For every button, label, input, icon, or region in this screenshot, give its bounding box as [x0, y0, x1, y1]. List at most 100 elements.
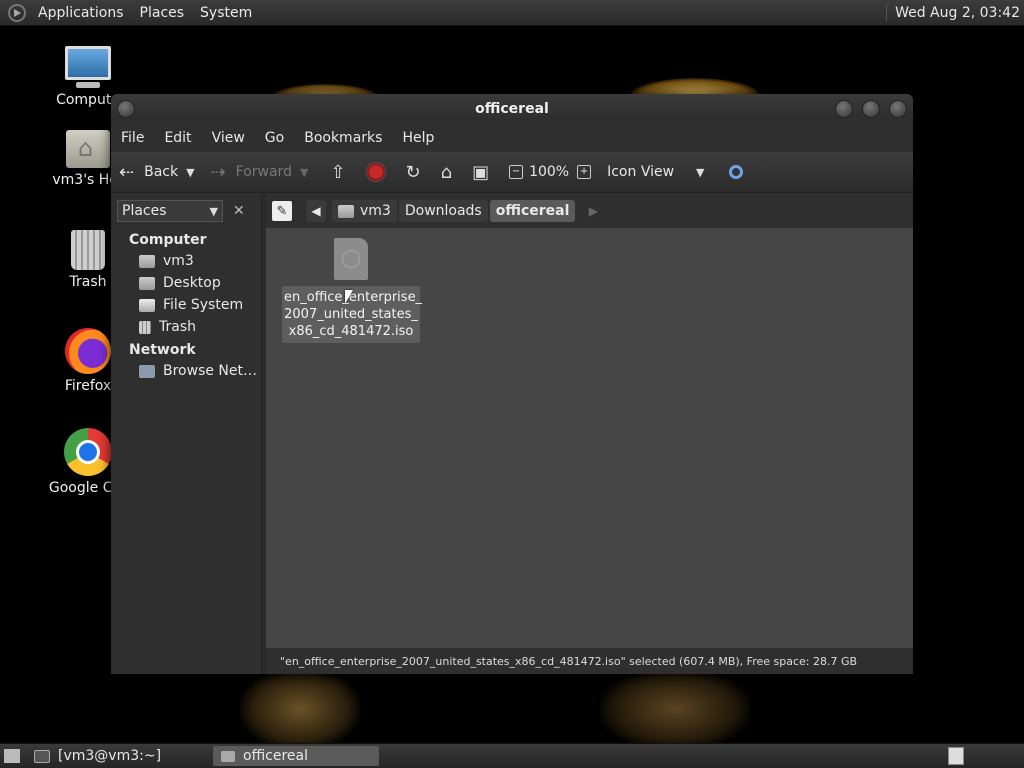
path-bar: ✎ ◀ vm3 Downloads officereal ▶: [266, 194, 913, 228]
file-view[interactable]: en_office_enterprise_ 2007_united_states…: [266, 228, 913, 648]
computer-icon: [65, 46, 111, 88]
view-mode-select[interactable]: Icon View ▼: [607, 164, 704, 180]
back-button[interactable]: ⇠ Back ▼: [119, 162, 195, 183]
file-name-line: 2007_united_states_: [284, 307, 418, 322]
sidebar-group-network: Network: [129, 342, 196, 358]
sidebar-item-file-system[interactable]: File System: [111, 294, 261, 316]
forward-arrow-icon: ⇢: [210, 161, 226, 183]
zoom-out-icon[interactable]: −: [509, 165, 524, 179]
sidebar-item-label: vm3: [163, 253, 194, 269]
show-desktop-icon[interactable]: [4, 749, 20, 763]
taskbar-item-file-manager[interactable]: officereal: [213, 746, 380, 766]
sidebar-group-computer: Computer: [129, 232, 207, 248]
zoom-controls: − 100% +: [509, 164, 597, 180]
breadcrumb-vm3[interactable]: vm3: [332, 200, 397, 222]
background-decoration: [600, 668, 750, 750]
places-menu[interactable]: Places: [132, 5, 193, 21]
sidebar-item-label: Trash: [159, 319, 196, 335]
content-area: Places ▼ ✕ Computer vm3 Desktop File Sys…: [111, 194, 913, 674]
top-panel: Applications Places System Wed Aug 2, 03…: [0, 0, 1024, 26]
home-folder-icon: [139, 254, 155, 268]
zoom-level: 100%: [529, 164, 570, 180]
menu-bookmarks[interactable]: Bookmarks: [294, 130, 392, 146]
taskbar-item-label: [vm3@vm3:~]: [58, 748, 162, 764]
view-mode-label: Icon View: [607, 164, 675, 180]
home-button[interactable]: ⌂: [441, 162, 462, 183]
computer-icon: ▣: [472, 161, 490, 183]
sidebar-item-label: File System: [163, 297, 244, 313]
breadcrumb-officereal[interactable]: officereal: [489, 200, 576, 222]
main-pane: ✎ ◀ vm3 Downloads officereal ▶ en_office…: [262, 194, 913, 674]
close-icon[interactable]: ✕: [233, 203, 245, 219]
window-menu-icon[interactable]: [117, 100, 135, 118]
desktop-folder-icon: [139, 276, 155, 290]
terminal-icon: [34, 749, 50, 763]
edit-location-icon[interactable]: ✎: [272, 201, 292, 221]
sidebar-item-trash[interactable]: Trash: [111, 316, 261, 338]
stop-button[interactable]: [365, 162, 386, 182]
sidebar-item-vm3[interactable]: vm3: [111, 250, 261, 272]
reload-button[interactable]: ↻: [406, 162, 431, 183]
menu-help[interactable]: Help: [392, 130, 444, 146]
trash-icon: [139, 320, 151, 334]
distro-logo-icon[interactable]: [8, 3, 26, 22]
back-arrow-icon: ⇠: [119, 161, 135, 183]
taskbar-item-terminal[interactable]: [vm3@vm3:~]: [26, 746, 169, 766]
sidebar: Places ▼ ✕ Computer vm3 Desktop File Sys…: [111, 194, 262, 674]
toolbar: ⇠ Back ▼ ⇢ Forward ▼ ⇧ ↻ ⌂ ▣ − 100% + Ic…: [111, 152, 913, 193]
bottom-panel: [vm3@vm3:~] officereal: [0, 743, 1024, 768]
forward-history-dropdown-icon[interactable]: ▼: [300, 166, 308, 179]
path-scroll-right-icon[interactable]: ▶: [583, 200, 603, 222]
reload-icon: ↻: [405, 161, 421, 183]
forward-label: Forward: [235, 164, 292, 180]
clock[interactable]: Wed Aug 2, 03:42: [886, 4, 1024, 21]
file-manager-window: officereal File Edit View Go Bookmarks H…: [111, 94, 913, 674]
window-title: officereal: [475, 101, 549, 117]
menu-go[interactable]: Go: [255, 130, 294, 146]
window-titlebar[interactable]: officereal: [111, 94, 913, 124]
chrome-icon: [64, 428, 112, 476]
sidebar-header: Places ▼ ✕: [111, 194, 261, 228]
sidebar-mode-label: Places: [122, 203, 167, 219]
folder-icon: [221, 750, 236, 762]
taskbar-item-label: officereal: [243, 748, 308, 764]
up-button[interactable]: ⇧: [330, 162, 355, 183]
search-icon: [728, 165, 743, 179]
trash-icon: [71, 230, 105, 270]
menu-view[interactable]: View: [202, 130, 255, 146]
forward-button[interactable]: ⇢ Forward ▼: [211, 162, 309, 183]
menu-edit[interactable]: Edit: [154, 130, 201, 146]
zoom-in-icon[interactable]: +: [577, 165, 592, 179]
back-label: Back: [144, 164, 179, 180]
network-icon: [139, 364, 155, 378]
system-menu[interactable]: System: [192, 5, 260, 21]
sidebar-mode-select[interactable]: Places ▼: [117, 200, 223, 222]
minimize-button[interactable]: [835, 100, 853, 118]
home-folder-icon: [66, 130, 110, 168]
status-bar: "en_office_enterprise_2007_united_states…: [266, 648, 913, 674]
disc-image-file-icon: [334, 238, 368, 280]
home-icon: ⌂: [440, 161, 453, 183]
applications-menu[interactable]: Applications: [30, 5, 132, 21]
chevron-down-icon: ▼: [209, 204, 218, 218]
stop-icon: [365, 162, 386, 182]
sidebar-item-label: Desktop: [163, 275, 221, 291]
path-scroll-left-icon[interactable]: ◀: [306, 200, 326, 222]
menu-file[interactable]: File: [111, 130, 154, 146]
close-button[interactable]: [889, 100, 907, 118]
maximize-button[interactable]: [862, 100, 880, 118]
home-folder-icon: [338, 204, 354, 218]
firefox-icon: [65, 328, 111, 374]
breadcrumb-downloads[interactable]: Downloads: [398, 200, 488, 222]
search-button[interactable]: [728, 165, 743, 179]
up-arrow-icon: ⇧: [330, 161, 346, 183]
sidebar-item-browse-network[interactable]: Browse Net…: [111, 360, 261, 382]
back-history-dropdown-icon[interactable]: ▼: [186, 166, 194, 179]
workspace-switcher[interactable]: [948, 747, 964, 765]
mouse-cursor-icon: [345, 290, 353, 304]
computer-button[interactable]: ▣: [472, 162, 499, 183]
sidebar-item-desktop[interactable]: Desktop: [111, 272, 261, 294]
background-decoration: [240, 668, 360, 750]
breadcrumb-label: vm3: [360, 203, 391, 219]
drive-icon: [139, 298, 155, 312]
